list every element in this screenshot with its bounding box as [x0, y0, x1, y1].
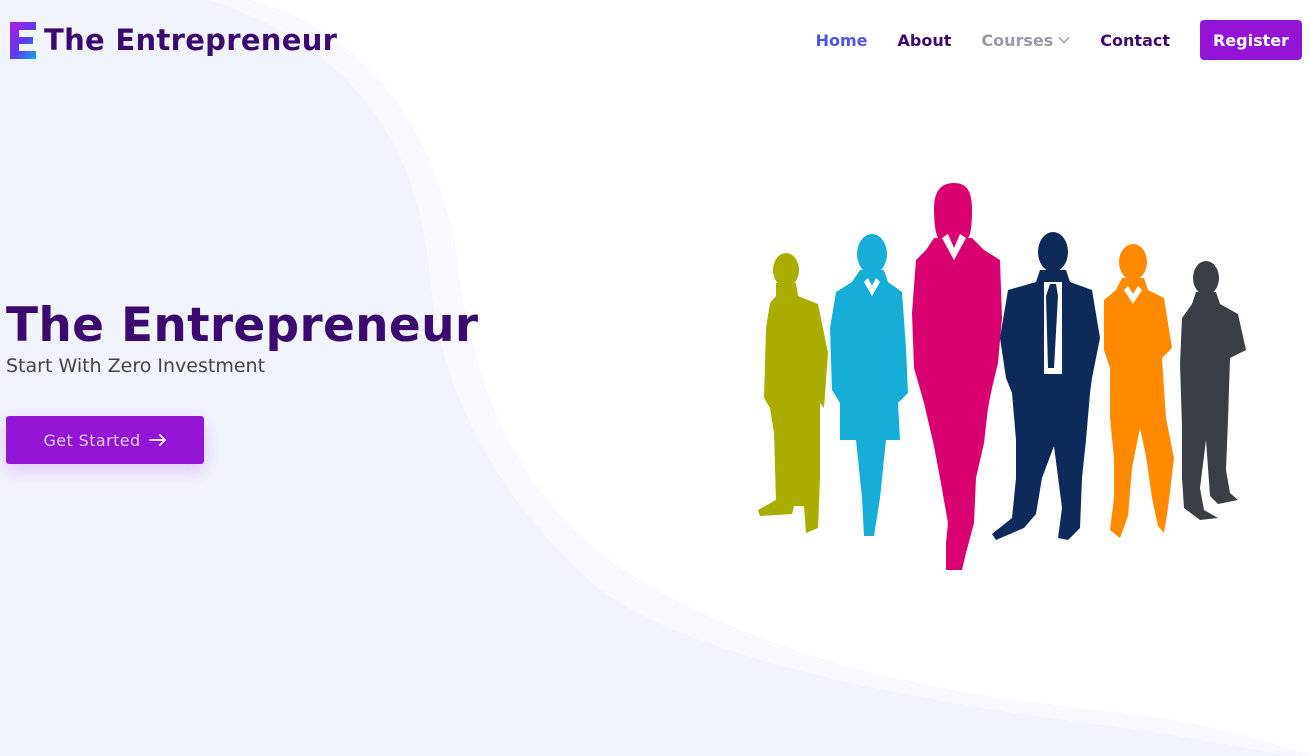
hero-title: The Entrepreneur	[6, 298, 479, 353]
register-button[interactable]: Register	[1200, 20, 1302, 60]
person-silhouette	[830, 234, 908, 536]
nav-courses-label: Courses	[981, 30, 1054, 50]
hero-subtitle: Start With Zero Investment	[6, 355, 266, 377]
get-started-label: Get Started	[43, 430, 141, 450]
person-silhouette	[758, 253, 828, 533]
hero-section: The Entrepreneur Start With Zero Investm…	[6, 298, 478, 378]
chevron-down-icon	[1058, 37, 1070, 44]
arrow-right-icon	[148, 434, 166, 446]
main-nav: Home About Courses Contact Register	[786, 20, 1302, 60]
get-started-button[interactable]: Get Started	[6, 416, 204, 464]
nav-link-contact[interactable]: Contact	[1100, 31, 1170, 50]
person-silhouette	[1180, 261, 1246, 520]
person-silhouette	[1104, 244, 1174, 538]
site-header: The Entrepreneur Home About Courses Cont…	[0, 0, 1310, 80]
brand-logo[interactable]: The Entrepreneur	[8, 20, 337, 60]
nav-link-about[interactable]: About	[898, 31, 952, 50]
person-silhouette	[912, 183, 1002, 570]
brand-name: The Entrepreneur	[44, 23, 338, 57]
nav-link-home[interactable]: Home	[816, 31, 868, 50]
person-silhouette	[992, 232, 1100, 540]
business-people-silhouettes	[758, 183, 1246, 570]
letter-e-logo-icon	[10, 22, 36, 59]
nav-dropdown-courses[interactable]: Courses	[981, 31, 1070, 50]
